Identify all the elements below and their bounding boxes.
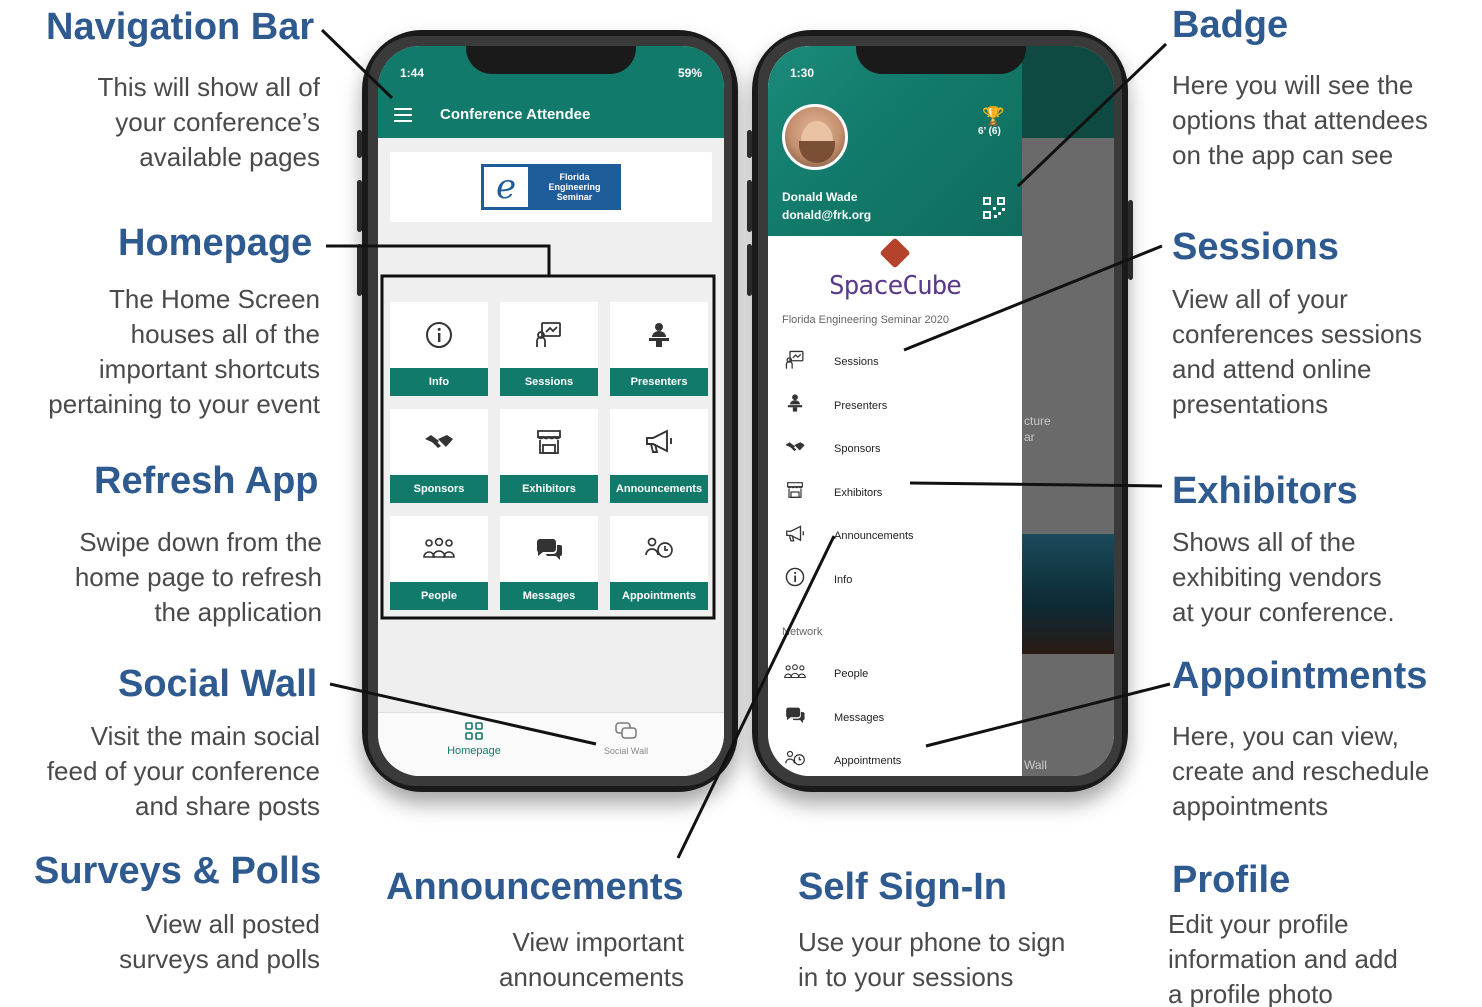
connector-badge — [1016, 42, 1168, 188]
connector-appointments — [925, 682, 1171, 748]
connector-navigation-bar — [320, 28, 394, 100]
connector-homepage — [326, 244, 551, 276]
annotation-connector-lines — [320, 28, 1171, 859]
connector-announcements — [676, 535, 836, 859]
connector-exhibitors — [909, 481, 1163, 488]
connector-social-wall — [329, 682, 597, 746]
homepage-highlight-frame — [380, 274, 716, 620]
connector-sessions — [903, 244, 1163, 352]
